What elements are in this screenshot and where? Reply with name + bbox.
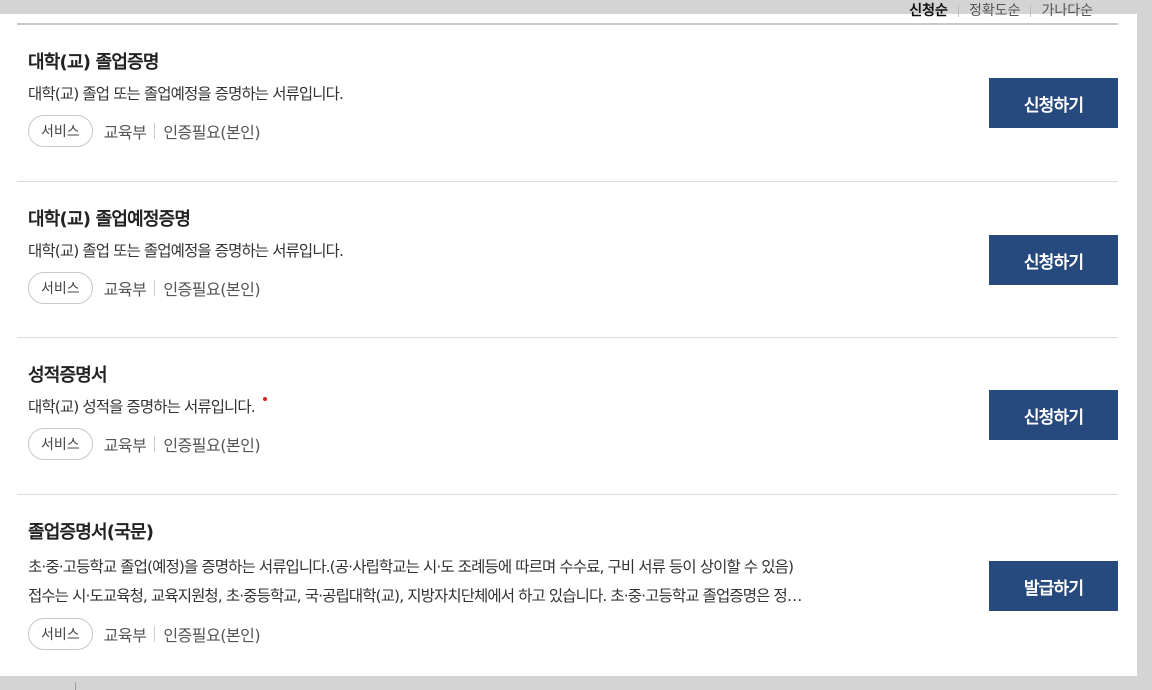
service-tag: 서비스 bbox=[28, 115, 93, 147]
issuing-agency: 교육부 bbox=[103, 626, 147, 645]
document-list-panel: 신청순 정확도순 가나다순 대학(교) 졸업증명 대학(교) 졸업 또는 졸업예… bbox=[0, 3, 1137, 678]
sort-option-accuracy[interactable]: 정확도순 bbox=[959, 2, 1031, 20]
bottom-bar bbox=[0, 676, 1152, 690]
auth-requirement: 인증필요(본인) bbox=[163, 280, 261, 299]
sort-option-alphabetical[interactable]: 가나다순 bbox=[1031, 2, 1103, 20]
document-description: 접수는 시·도교육청, 교육지원청, 초·중등학교, 국·공립대학(교), 지방… bbox=[28, 587, 802, 605]
sort-options: 신청순 정확도순 가나다순 bbox=[899, 2, 1103, 20]
document-meta: 서비스 교육부 인증필요(본인) bbox=[28, 428, 928, 460]
list-item: 대학(교) 졸업예정증명 대학(교) 졸업 또는 졸업예정을 증명하는 서류입니… bbox=[17, 182, 1118, 338]
document-description: 대학(교) 졸업 또는 졸업예정을 증명하는 서류입니다. bbox=[28, 85, 344, 103]
document-title[interactable]: 대학(교) 졸업예정증명 bbox=[28, 208, 928, 232]
document-list: 대학(교) 졸업증명 대학(교) 졸업 또는 졸업예정을 증명하는 서류입니다.… bbox=[17, 25, 1118, 678]
issuing-agency: 교육부 bbox=[103, 123, 147, 142]
list-item: 졸업증명서(국문) 초·중·고등학교 졸업(예정)을 증명하는 서류입니다.(공… bbox=[17, 495, 1118, 678]
apply-button[interactable]: 신청하기 bbox=[989, 390, 1118, 440]
sort-option-apply-count[interactable]: 신청순 bbox=[899, 2, 958, 20]
apply-button[interactable]: 신청하기 bbox=[989, 78, 1118, 128]
list-item: 성적증명서 대학(교) 성적을 증명하는 서류입니다. 서비스 교육부 인증필요… bbox=[17, 338, 1118, 495]
document-title[interactable]: 대학(교) 졸업증명 bbox=[28, 51, 928, 75]
new-indicator-dot bbox=[262, 397, 267, 401]
document-description-text: 대학(교) 성적을 증명하는 서류입니다. bbox=[28, 398, 256, 416]
auth-requirement: 인증필요(본인) bbox=[163, 626, 261, 645]
bottom-bar-divider bbox=[75, 682, 76, 690]
meta-divider bbox=[154, 626, 156, 642]
meta-divider bbox=[154, 436, 156, 452]
meta-divider bbox=[154, 123, 156, 139]
apply-button[interactable]: 신청하기 bbox=[989, 235, 1118, 285]
meta-divider bbox=[154, 280, 156, 296]
document-meta: 서비스 교육부 인증필요(본인) bbox=[28, 115, 928, 147]
service-tag: 서비스 bbox=[28, 428, 93, 460]
document-description: 대학(교) 성적을 증명하는 서류입니다. bbox=[28, 394, 928, 420]
auth-requirement: 인증필요(본인) bbox=[163, 123, 261, 142]
issuing-agency: 교육부 bbox=[103, 280, 147, 299]
document-meta: 서비스 교육부 인증필요(본인) bbox=[28, 272, 928, 304]
list-item: 대학(교) 졸업증명 대학(교) 졸업 또는 졸업예정을 증명하는 서류입니다.… bbox=[17, 25, 1118, 182]
document-meta: 서비스 교육부 인증필요(본인) bbox=[28, 618, 928, 650]
document-title[interactable]: 졸업증명서(국문) bbox=[28, 521, 928, 545]
document-description: 초·중·고등학교 졸업(예정)을 증명하는 서류입니다.(공·사립학교는 시·도… bbox=[28, 558, 794, 576]
service-tag: 서비스 bbox=[28, 618, 93, 650]
issue-button[interactable]: 발급하기 bbox=[989, 561, 1118, 611]
service-tag: 서비스 bbox=[28, 272, 93, 304]
document-description: 대학(교) 졸업 또는 졸업예정을 증명하는 서류입니다. bbox=[28, 242, 344, 260]
auth-requirement: 인증필요(본인) bbox=[163, 436, 261, 455]
issuing-agency: 교육부 bbox=[103, 436, 147, 455]
document-title[interactable]: 성적증명서 bbox=[28, 364, 928, 388]
